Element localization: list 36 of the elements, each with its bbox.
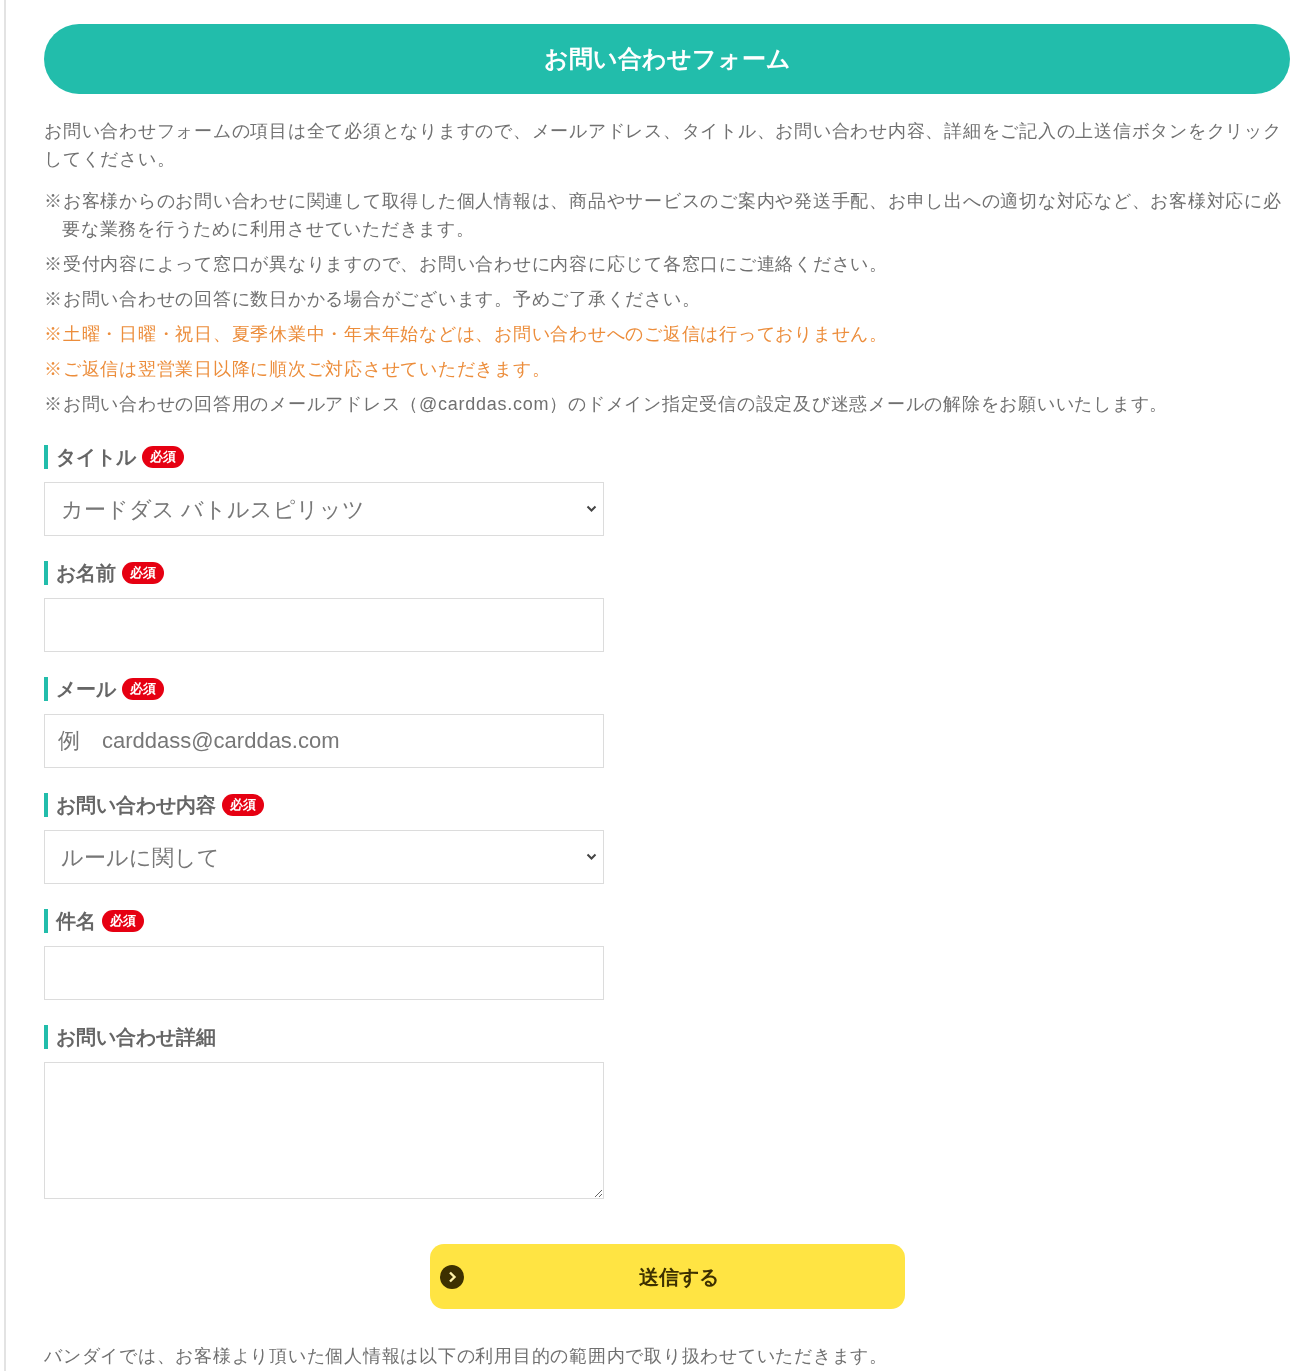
field-label: 件名 [56, 909, 96, 933]
chevron-circle-icon [439, 1264, 464, 1289]
notice-text: ※お問い合わせの回答に数日かかる場合がございます。予めご了承ください。 [44, 288, 702, 311]
text-field[interactable] [44, 598, 604, 652]
text-field[interactable] [44, 946, 604, 1000]
accent-bar [44, 1025, 48, 1049]
accent-bar [44, 677, 48, 701]
field-label: お名前 [56, 561, 116, 585]
page-title: お問い合わせフォーム [44, 24, 1290, 94]
dropdown-field[interactable]: ルールに関して [44, 830, 604, 884]
accent-bar [44, 561, 48, 585]
dropdown-field[interactable]: カードダス バトルスピリッツ [44, 482, 604, 536]
required-badge: 必須 [122, 678, 164, 700]
chevron-down-icon [586, 505, 597, 513]
notice-text: ※お問い合わせの回答用のメールアドレス（@carddas.com）のドメイン指定受信の設定及び迷惑メールの解除をお願いいたします。 [44, 393, 1170, 416]
notice-text: ※受付内容によって窓口が異なりますので、お問い合わせに内容に応じて各窓口にご連絡ください。 [44, 253, 889, 276]
required-badge: 必須 [122, 562, 164, 584]
intro-text: お問い合わせフォームの項目は全て必須となりますので、メールアドレス、タイトル、お問い合わせ内容、詳細をご記入の上送信ボタンをクリックしてください。 [44, 120, 1283, 171]
text-field[interactable]: 例 carddass@carddas.com [44, 714, 604, 768]
message-field[interactable] [44, 1062, 604, 1199]
required-badge: 必須 [222, 794, 264, 816]
notice-text: ※お客様からのお問い合わせに関連して取得した個人情報は、商品やサービスのご案内や発送手配、お申し出への適切な対応など、お客様対応に必要な業務を行うために利用させていただきます。 [44, 190, 1283, 241]
field-label: メール [56, 677, 116, 701]
accent-bar [44, 909, 48, 933]
field-label: お問い合わせ詳細 [56, 1025, 216, 1049]
privacy-text: バンダイでは、お客様より頂いた個人情報は以下の利用目的の範囲内で取り扱わせていただきます。 [44, 1345, 889, 1367]
chevron-down-icon [586, 853, 597, 861]
required-badge: 必須 [142, 446, 184, 468]
field-label: お問い合わせ内容 [56, 793, 216, 817]
field-label: タイトル [56, 445, 136, 469]
notice-text: ※土曜・日曜・祝日、夏季休業中・年末年始などは、お問い合わせへのご返信は行っておりません。 [44, 323, 889, 346]
notice-text: ※ご返信は翌営業日以降に順次ご対応させていただきます。 [44, 358, 552, 381]
accent-bar [44, 445, 48, 469]
required-badge: 必須 [102, 910, 144, 932]
accent-bar [44, 793, 48, 817]
submit-button[interactable]: 送信する [429, 1244, 905, 1309]
